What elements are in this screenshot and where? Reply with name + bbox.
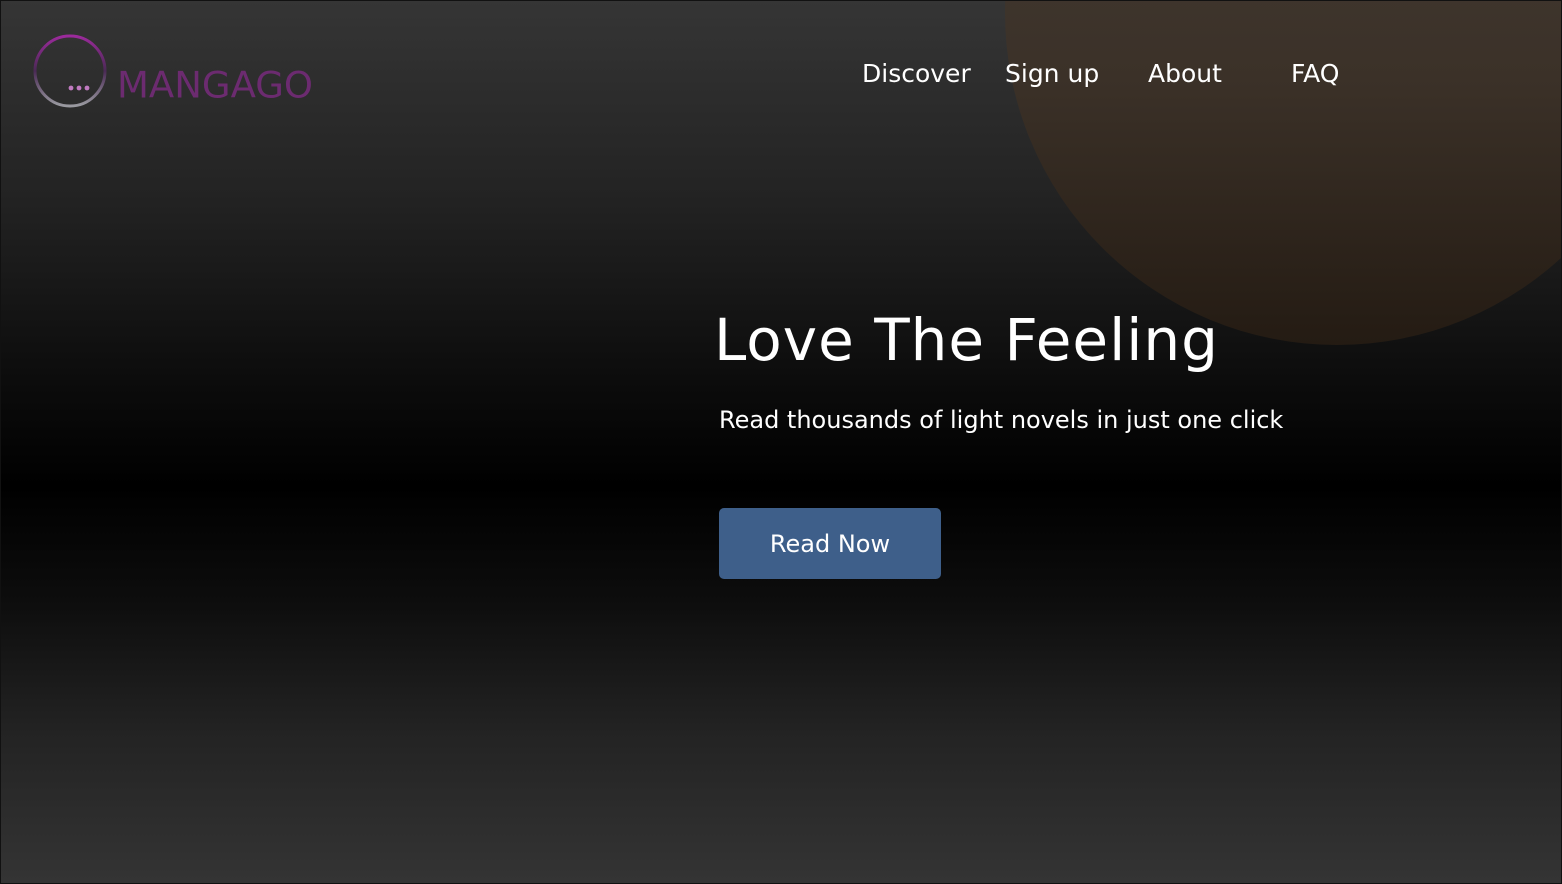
- nav-link-discover[interactable]: Discover: [862, 57, 971, 91]
- hero-subtitle: Read thousands of light novels in just o…: [719, 406, 1284, 434]
- nav-link-sign-up[interactable]: Sign up: [1005, 57, 1099, 91]
- main-nav: Discover Sign up About FAQ: [1, 57, 1561, 93]
- nav-link-faq[interactable]: FAQ: [1291, 57, 1339, 91]
- hero-title: Love The Feeling: [714, 306, 1219, 374]
- decorative-circle: [1005, 1, 1561, 345]
- read-now-button[interactable]: Read Now: [719, 508, 941, 579]
- landing-page: MANGAGO Discover Sign up About FAQ Love …: [0, 0, 1562, 884]
- nav-link-about[interactable]: About: [1148, 57, 1222, 91]
